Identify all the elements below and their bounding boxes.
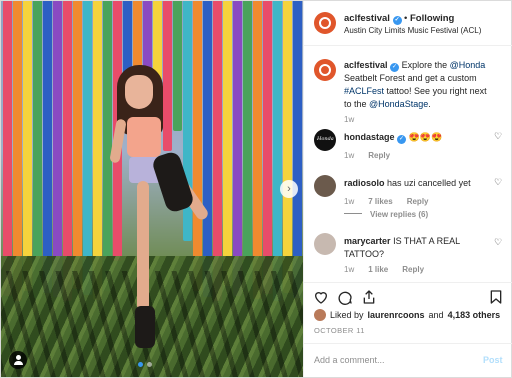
author-username[interactable]: aclfestival ✓	[344, 13, 402, 25]
post-button[interactable]: Post	[483, 355, 503, 365]
comment-time[interactable]: 1w	[344, 197, 354, 206]
caption-text: aclfestival ✓ Explore the @Honda Seatbel…	[344, 59, 494, 111]
comment-like-heart-icon[interactable]: ♡	[494, 237, 502, 248]
likes-count[interactable]: 4,183 others	[448, 310, 501, 320]
caption-meta: 1w	[344, 115, 354, 124]
bookmark-icon[interactable]	[488, 289, 504, 305]
caption-part: Seatbelt Forest and get a custom	[344, 73, 477, 83]
location-subtitle[interactable]: Austin City Limits Music Festival (ACL)	[344, 26, 481, 35]
reply-button[interactable]: Reply	[368, 151, 390, 160]
caption-part: .	[428, 99, 431, 109]
comment-likes[interactable]: 7 likes	[368, 197, 392, 206]
hashtag-link[interactable]: #ACLFest	[344, 86, 384, 96]
carousel-indicator	[138, 362, 152, 367]
instagram-post: › aclfestival ✓ • Following Austin City …	[0, 0, 512, 378]
liker-avatar[interactable]	[314, 309, 326, 321]
comment-text: marycarter IS THAT A REAL TATTOO?	[344, 235, 494, 261]
comment-username[interactable]: hondastage	[344, 132, 395, 142]
share-icon[interactable]	[361, 289, 377, 305]
comment-username[interactable]: marycarter	[344, 236, 391, 246]
comment-meta: 1w 7 likes Reply	[344, 197, 429, 206]
comment-avatar[interactable]: Honda	[314, 129, 336, 151]
comment-like-heart-icon[interactable]: ♡	[494, 131, 502, 142]
comment-time[interactable]: 1w	[344, 151, 354, 160]
add-comment-bar: Add a comment... Post	[304, 343, 512, 377]
following-button[interactable]: Following	[410, 13, 454, 24]
action-bar	[304, 282, 512, 310]
author-avatar[interactable]	[314, 12, 336, 34]
likes-summary: Liked by laurenrcoons and 4,183 others	[314, 309, 500, 321]
comment-text: hondastage ✓ 😍😍😍	[344, 131, 494, 144]
carousel-dot	[147, 362, 152, 367]
post-details-panel: aclfestival ✓ • Following Austin City Li…	[303, 1, 512, 377]
comments-list[interactable]: aclfestival ✓ Explore the @Honda Seatbel…	[304, 47, 512, 281]
comment-avatar[interactable]	[314, 233, 336, 255]
post-header: aclfestival ✓ • Following Austin City Li…	[304, 1, 512, 46]
verified-icon: ✓	[392, 16, 402, 25]
author-username-text[interactable]: aclfestival	[344, 13, 390, 24]
comment-username[interactable]: radiosolo	[344, 178, 385, 188]
likes-prefix: Liked by	[330, 310, 364, 320]
post-photo[interactable]: ›	[1, 1, 303, 377]
mention-link[interactable]: @HondaStage	[369, 99, 428, 109]
comment-body: has uzi cancelled yet	[387, 178, 471, 188]
caption-part: Explore the	[401, 60, 450, 70]
caption-avatar[interactable]	[314, 59, 336, 81]
comment-input[interactable]: Add a comment...	[314, 355, 385, 365]
header-separator: •	[404, 13, 408, 24]
caption-time[interactable]: 1w	[344, 115, 354, 124]
carousel-dot-active	[138, 362, 143, 367]
comment-time[interactable]: 1w	[344, 265, 354, 274]
chevron-right-icon[interactable]: ›	[280, 180, 298, 198]
comment-avatar[interactable]	[314, 175, 336, 197]
heart-icon[interactable]	[313, 289, 329, 305]
comment-like-heart-icon[interactable]: ♡	[494, 177, 502, 188]
caption-username[interactable]: aclfestival	[344, 60, 388, 70]
view-replies-button[interactable]: View replies (6)	[344, 210, 428, 219]
comment-likes[interactable]: 1 like	[368, 265, 388, 274]
view-replies-label[interactable]: View replies (6)	[370, 210, 428, 219]
comment-meta: 1w 1 like Reply	[344, 265, 424, 274]
user-tag-icon[interactable]	[9, 351, 27, 369]
likes-middle: and	[428, 310, 444, 320]
comment-icon[interactable]	[337, 289, 353, 305]
reply-button[interactable]: Reply	[402, 265, 424, 274]
verified-icon: ✓	[397, 135, 407, 144]
comment-meta: 1w Reply	[344, 151, 390, 160]
comment-body: 😍😍😍	[408, 132, 443, 142]
comment-text: radiosolo has uzi cancelled yet	[344, 177, 494, 190]
post-date[interactable]: OCTOBER 11	[314, 326, 365, 335]
mention-link[interactable]: @Honda	[450, 60, 486, 70]
photo-subject	[109, 61, 211, 371]
liker-username[interactable]: laurenrcoons	[368, 310, 425, 320]
reply-button[interactable]: Reply	[407, 197, 429, 206]
verified-icon: ✓	[390, 63, 400, 72]
